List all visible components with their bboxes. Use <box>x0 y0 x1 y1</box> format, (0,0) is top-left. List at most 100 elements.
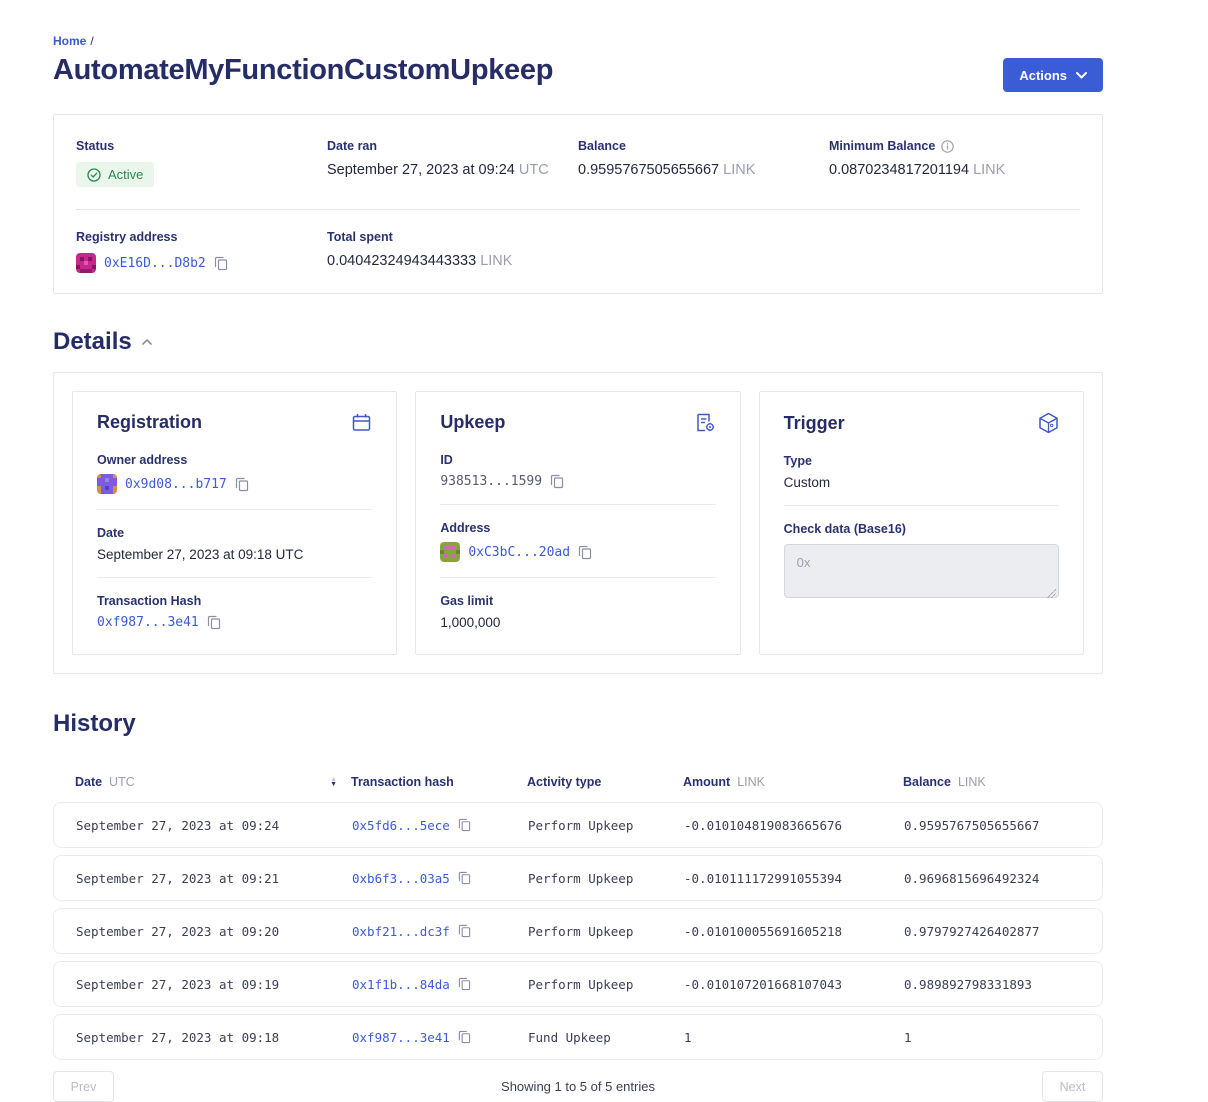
registry-address-label: Registry address <box>76 230 327 244</box>
row-activity: Fund Upkeep <box>528 1030 684 1045</box>
row-balance: 0.9595767505655667 <box>904 818 1080 833</box>
row-balance: 0.9797927426402877 <box>904 924 1080 939</box>
history-table-header: Date UTC ▲▼ Transaction hash Activity ty… <box>53 762 1103 802</box>
next-button[interactable]: Next <box>1042 1071 1103 1102</box>
row-activity: Perform Upkeep <box>528 818 684 833</box>
upkeep-address-link[interactable]: 0xC3bC...20ad <box>468 545 570 560</box>
check-data-label: Check data (Base16) <box>784 522 1059 536</box>
registration-title: Registration <box>97 412 202 433</box>
copy-icon[interactable] <box>235 477 249 492</box>
upkeep-address-label: Address <box>440 521 715 535</box>
gas-limit-label: Gas limit <box>440 594 715 608</box>
upkeep-card: Upkeep ID 938513...1599 Address <box>415 391 740 655</box>
info-icon[interactable] <box>941 140 954 153</box>
owner-identicon <box>97 474 117 494</box>
document-gear-icon <box>694 412 716 433</box>
status-label: Status <box>76 139 327 153</box>
status-field: Status Active <box>76 139 327 187</box>
date-header-unit: UTC <box>109 775 135 789</box>
registry-address-field: Registry address 0xE16D...D8b2 <box>76 230 327 273</box>
copy-icon[interactable] <box>458 818 471 832</box>
min-balance-unit: LINK <box>973 162 1005 178</box>
upkeep-id-value: 938513...1599 <box>440 474 542 489</box>
row-date: September 27, 2023 at 09:20 <box>76 924 352 939</box>
registration-tx-link[interactable]: 0xf987...3e41 <box>97 615 199 630</box>
owner-address-label: Owner address <box>97 453 372 467</box>
actions-button-label: Actions <box>1019 68 1067 83</box>
breadcrumb-separator: / <box>90 34 93 48</box>
actions-button[interactable]: Actions <box>1003 58 1103 92</box>
date-header-label: Date <box>75 775 102 789</box>
upkeep-title: Upkeep <box>440 412 505 433</box>
copy-icon[interactable] <box>458 871 471 885</box>
registration-card: Registration Owner address 0x9d08...b717… <box>72 391 397 655</box>
row-activity: Perform Upkeep <box>528 977 684 992</box>
breadcrumb-home-link[interactable]: Home <box>53 34 86 48</box>
collapse-caret-icon[interactable] <box>142 339 152 345</box>
total-spent-label: Total spent <box>327 230 578 244</box>
table-row: September 27, 2023 at 09:19 0x1f1b...84d… <box>53 961 1103 1007</box>
summary-card: Status Active Date ran September 27, 202… <box>53 114 1103 294</box>
copy-icon[interactable] <box>207 615 221 630</box>
row-balance: 1 <box>904 1030 1080 1045</box>
upkeep-id-label: ID <box>440 453 715 467</box>
owner-address-link[interactable]: 0x9d08...b717 <box>125 477 227 492</box>
status-badge: Active <box>76 162 154 187</box>
row-amount: -0.010100055691605218 <box>684 924 904 939</box>
date-ran-label: Date ran <box>327 139 578 153</box>
balance-label: Balance <box>578 139 829 153</box>
min-balance-field: Minimum Balance 0.0870234817201194 LINK <box>829 139 1080 187</box>
column-header-date[interactable]: Date UTC ▲▼ <box>75 775 351 789</box>
row-hash-link[interactable]: 0x5fd6...5ece <box>352 818 450 833</box>
prev-button[interactable]: Prev <box>53 1071 114 1102</box>
registration-tx-label: Transaction Hash <box>97 594 372 608</box>
row-amount: 1 <box>684 1030 904 1045</box>
resize-grip-icon[interactable] <box>1047 589 1056 598</box>
trigger-type-value: Custom <box>784 475 1059 490</box>
row-amount: -0.010104819083665676 <box>684 818 904 833</box>
column-header-amount: AmountLINK <box>683 775 903 789</box>
copy-icon[interactable] <box>214 256 228 271</box>
row-amount: -0.010107201668107043 <box>684 977 904 992</box>
sort-icon[interactable]: ▲▼ <box>330 777 337 787</box>
row-hash-link[interactable]: 0x1f1b...84da <box>352 977 450 992</box>
row-amount: -0.010111172991055394 <box>684 871 904 886</box>
trigger-card: Trigger Type Custom Check data (Base16) <box>759 391 1084 655</box>
min-balance-label: Minimum Balance <box>829 139 935 153</box>
copy-icon[interactable] <box>578 545 592 560</box>
registry-identicon <box>76 253 96 273</box>
row-hash-link[interactable]: 0xf987...3e41 <box>352 1030 450 1045</box>
row-hash-link[interactable]: 0xbf21...dc3f <box>352 924 450 939</box>
row-date: September 27, 2023 at 09:18 <box>76 1030 352 1045</box>
row-balance: 0.989892798331893 <box>904 977 1080 992</box>
row-balance: 0.9696815696492324 <box>904 871 1080 886</box>
summary-divider <box>76 209 1080 210</box>
trigger-title: Trigger <box>784 413 845 434</box>
status-badge-label: Active <box>108 167 143 182</box>
page-content: Home/ AutomateMyFunctionCustomUpkeep Act… <box>53 0 1103 1102</box>
history-heading: History <box>53 710 1103 738</box>
date-ran-field: Date ran September 27, 2023 at 09:24 UTC <box>327 139 578 187</box>
chevron-down-icon <box>1076 72 1087 79</box>
date-ran-value: September 27, 2023 at 09:24 <box>327 162 515 178</box>
copy-icon[interactable] <box>458 977 471 991</box>
registry-address-link[interactable]: 0xE16D...D8b2 <box>104 256 206 271</box>
calendar-icon <box>351 412 372 433</box>
row-activity: Perform Upkeep <box>528 924 684 939</box>
copy-icon[interactable] <box>458 924 471 938</box>
copy-icon[interactable] <box>550 474 564 489</box>
balance-unit: LINK <box>723 162 755 178</box>
table-row: September 27, 2023 at 09:24 0x5fd6...5ec… <box>53 802 1103 848</box>
balance-value: 0.9595767505655667 <box>578 162 719 178</box>
breadcrumb: Home / <box>53 34 1103 48</box>
copy-icon[interactable] <box>458 1030 471 1044</box>
column-header-balance: BalanceLINK <box>903 775 1081 789</box>
details-heading: Details <box>53 328 132 356</box>
row-hash-link[interactable]: 0xb6f3...03a5 <box>352 871 450 886</box>
column-header-activity: Activity type <box>527 775 683 789</box>
check-circle-icon <box>87 168 101 182</box>
row-activity: Perform Upkeep <box>528 871 684 886</box>
table-row: September 27, 2023 at 09:21 0xb6f3...03a… <box>53 855 1103 901</box>
row-date: September 27, 2023 at 09:21 <box>76 871 352 886</box>
check-data-input[interactable] <box>784 544 1059 598</box>
